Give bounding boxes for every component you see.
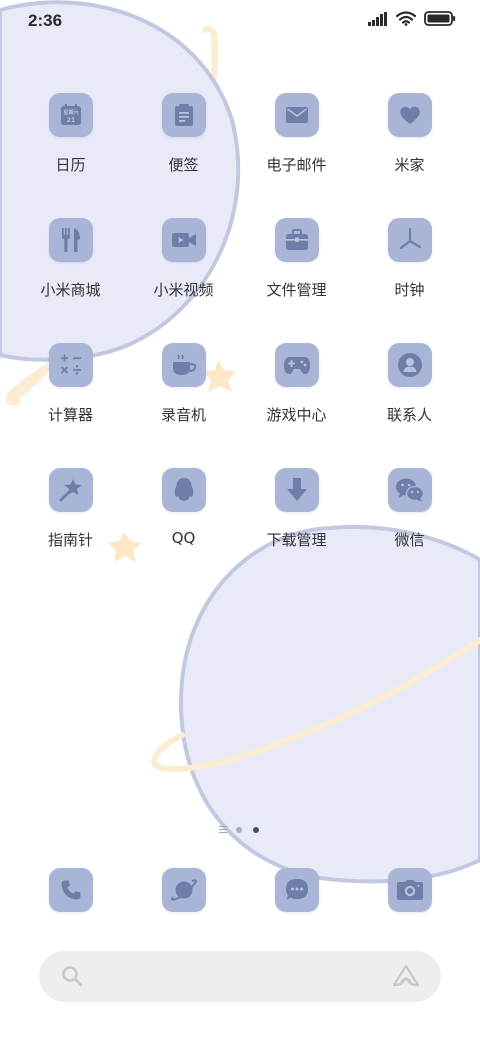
status-icons [368,11,456,26]
app-label: 下载管理 [266,531,327,549]
gamepad-icon [274,343,319,387]
app-clock[interactable]: 时钟 [353,218,466,300]
app-recorder[interactable]: 录音机 [127,343,240,425]
status-bar: 2:36 [0,0,480,42]
messages-icon [274,868,319,912]
dock-camera[interactable] [353,868,466,912]
clock-icon [387,218,432,262]
download-arrow-icon [274,468,319,512]
app-mi-store[interactable]: 小米商城 [14,218,127,300]
planet [0,0,241,362]
qq-penguin-icon [161,468,206,512]
clock-time: 2:36 [28,11,63,30]
app-label: 录音机 [160,406,206,424]
app-wechat[interactable]: 微信 [353,468,466,550]
search-icon[interactable] [61,965,83,987]
browser-planet-icon [161,868,206,912]
app-label: 米家 [394,156,425,174]
dock-phone[interactable] [14,868,127,912]
app-label: 便签 [168,156,199,174]
app-label: 指南针 [47,531,93,549]
app-compass[interactable]: 指南针 [14,468,127,550]
app-label: 文件管理 [266,281,327,299]
app-calendar[interactable]: 星期六 21 日历 [14,93,127,175]
app-label: 小米视频 [153,281,214,299]
page-dot-active[interactable] [253,827,259,833]
coffee-cup-icon [161,343,206,387]
video-camera-icon [161,218,206,262]
magic-wand-icon [48,468,93,512]
app-mi-video[interactable]: 小米视频 [127,218,240,300]
dock-messages[interactable] [240,868,353,912]
calendar-weekday: 星期六 [63,109,78,116]
calculator-icon [48,343,93,387]
person-icon [387,343,432,387]
xiaoai-assistant-icon[interactable] [391,964,421,988]
phone-icon [48,868,93,912]
wifi-icon [396,11,416,26]
app-game-center[interactable]: 游戏中心 [240,343,353,425]
minus-one-screen-icon[interactable] [219,826,227,834]
calendar-day: 21 [66,116,74,124]
app-contacts[interactable]: 联系人 [353,343,466,425]
mail-icon [274,93,319,137]
app-label: 时钟 [394,281,425,299]
app-label: 日历 [55,156,86,174]
search-bar[interactable] [39,951,441,1002]
app-label: 计算器 [47,406,93,424]
app-notes[interactable]: 便签 [127,93,240,175]
battery-icon [424,11,456,26]
page-indicator[interactable] [0,824,480,836]
app-label: 联系人 [386,406,432,424]
page-dot[interactable] [236,827,242,833]
app-qq[interactable]: QQ [127,468,240,547]
calendar-icon: 星期六 21 [48,93,93,137]
fork-knife-icon [48,218,93,262]
app-calculator[interactable]: 计算器 [14,343,127,425]
app-label: 电子邮件 [266,156,327,174]
app-mijia[interactable]: 米家 [353,93,466,175]
dock-browser[interactable] [127,868,240,912]
app-label: QQ [171,529,196,547]
wechat-icon [387,468,432,512]
toolbox-icon [274,218,319,262]
app-file-manager[interactable]: 文件管理 [240,218,353,300]
app-label: 微信 [394,531,425,549]
app-label: 小米商城 [40,281,101,299]
heart-icon [387,93,432,137]
app-downloads[interactable]: 下载管理 [240,468,353,550]
app-email[interactable]: 电子邮件 [240,93,353,175]
camera-icon [387,868,432,912]
app-label: 游戏中心 [266,406,327,424]
notes-icon [161,93,206,137]
signal-icon [368,11,387,26]
